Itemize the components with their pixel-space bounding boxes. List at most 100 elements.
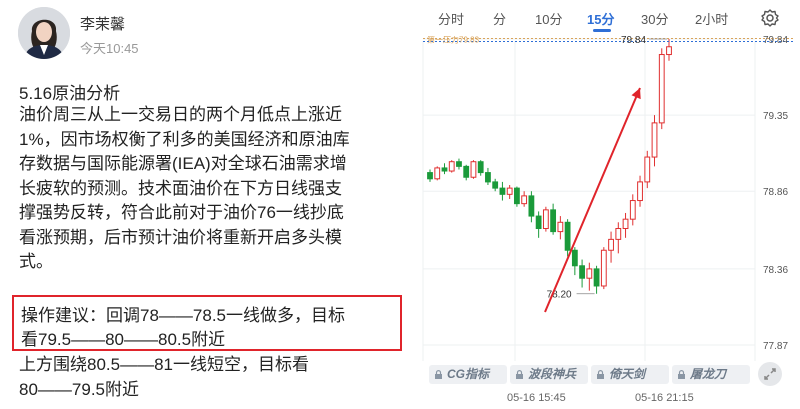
tool-dragon-blade[interactable]: 屠龙刀 xyxy=(672,365,750,384)
candle-body xyxy=(456,161,462,167)
candle xyxy=(600,247,607,290)
candle xyxy=(651,115,658,167)
candle-body xyxy=(463,165,470,178)
candle xyxy=(506,185,513,199)
advice-line: 操作建议：回调78——78.5一线做多，目标 xyxy=(21,306,345,325)
candle-body xyxy=(477,161,484,174)
candle xyxy=(470,160,477,179)
resistance-label: 第一压力79.83 xyxy=(427,36,480,45)
tool-band-weapon[interactable]: 波段神兵 xyxy=(510,365,588,384)
candle xyxy=(608,231,614,263)
candle xyxy=(463,164,470,181)
candle-body xyxy=(658,54,665,124)
chart-panel: 分时 分 10分 15分 30分 2小时 第一压力79.83 79.84 78.20… xyxy=(415,0,800,409)
trade-advice-box: 操作建议：回调78——78.5一线做多，目标 看79.5——80——80.5附近 xyxy=(12,295,402,351)
y-axis: 79.84 79.35 78.86 78.36 77.87 xyxy=(763,36,788,352)
candle xyxy=(622,212,629,238)
candle xyxy=(499,181,506,201)
tool-cg-indicator[interactable]: CG指标 xyxy=(429,365,507,384)
candle-body xyxy=(608,238,614,251)
y-tick-label: 77.87 xyxy=(763,341,788,352)
advice-line: 看79.5——80——80.5附近 xyxy=(21,330,226,349)
tool-label: 倚天剑 xyxy=(609,367,646,381)
candle xyxy=(629,194,636,226)
body-line: 存数据与国际能源署(IEA)对全球石油需求增 xyxy=(19,154,347,173)
gear-icon[interactable] xyxy=(760,8,780,28)
tab-2hour[interactable]: 2小时 xyxy=(695,9,728,28)
candle xyxy=(644,150,651,189)
tab-timeshare[interactable]: 分时 xyxy=(438,9,464,28)
candle-body xyxy=(629,200,636,220)
body-line: 式。 xyxy=(19,252,53,271)
candle xyxy=(658,48,665,130)
tool-label: CG指标 xyxy=(447,367,490,381)
body-line: 长疲软的预测。技术面油价在下方日线强支 xyxy=(19,178,342,198)
candle-body xyxy=(427,172,433,180)
expand-button[interactable] xyxy=(758,362,782,386)
chart-overlays: 第一压力79.83 79.8478.20 xyxy=(423,36,795,313)
chart-grid xyxy=(422,38,756,361)
candle-body xyxy=(622,218,629,230)
candle-body xyxy=(528,195,535,217)
candle-body xyxy=(492,181,499,189)
candle xyxy=(528,191,535,223)
candle xyxy=(550,203,557,235)
candle-body xyxy=(470,161,477,178)
avatar[interactable] xyxy=(18,7,70,59)
post-title: 5.16原油分析 xyxy=(19,84,121,103)
candle-body xyxy=(550,209,557,233)
candle xyxy=(456,158,462,170)
candlestick-chart[interactable]: 第一压力79.83 79.8478.20 79.8479.3578.8678.36… xyxy=(415,36,800,362)
body-line: 撑强势反转，符合此前对于油价76一线抄底 xyxy=(19,203,344,222)
tool-yitian-sword[interactable]: 倚天剑 xyxy=(591,365,669,384)
candle-body xyxy=(571,249,578,267)
candle-body xyxy=(564,221,571,251)
candle-body xyxy=(666,46,672,56)
candle xyxy=(521,191,528,207)
candle xyxy=(441,163,448,175)
candle-body xyxy=(499,187,506,195)
candle-body xyxy=(506,187,513,195)
lock-icon xyxy=(678,370,685,379)
tab-30min[interactable]: 30分 xyxy=(641,9,668,28)
body-line: 1%，因市场权衡了利多的美国经济和原油库 xyxy=(19,129,350,149)
candle-body xyxy=(586,268,593,279)
candle xyxy=(514,186,520,207)
x-tick-label: 05-16 21:15 xyxy=(635,392,694,404)
lock-icon xyxy=(516,370,523,379)
candle-body xyxy=(514,187,520,205)
followup-line: 80——79.5附近 xyxy=(19,379,139,399)
candle-body xyxy=(557,221,564,233)
candle-body xyxy=(600,249,607,287)
post-panel: 李茉馨 今天10:45 5.16原油分析 油价周三从上一交易日的两个月低点上涨近… xyxy=(0,0,415,409)
y-tick-label: 79.35 xyxy=(763,111,788,122)
expand-icon xyxy=(764,368,776,380)
candle xyxy=(666,39,672,61)
timeframe-tabs: 分时 分 10分 15分 30分 2小时 xyxy=(415,0,800,36)
candle xyxy=(586,262,593,291)
candle xyxy=(492,178,499,192)
candle-body xyxy=(644,156,651,183)
candle-body xyxy=(637,181,643,202)
candle-body xyxy=(485,172,491,183)
trend-arrow-line xyxy=(544,87,641,313)
lock-icon xyxy=(435,370,442,379)
y-tick-label: 79.84 xyxy=(763,36,788,46)
candle-body xyxy=(615,228,622,240)
avatar-image xyxy=(18,7,70,59)
tab-1min[interactable]: 分 xyxy=(493,9,506,28)
body-line: 油价周三从上一交易日的两个月低点上涨近 xyxy=(19,105,342,124)
tab-15min[interactable]: 15分 xyxy=(587,9,614,28)
author-name[interactable]: 李茉馨 xyxy=(80,13,125,34)
candle-body xyxy=(535,215,542,230)
tab-10min[interactable]: 10分 xyxy=(535,9,562,28)
candle-body xyxy=(579,265,585,279)
x-tick-label: 05-16 15:45 xyxy=(507,392,566,404)
candle xyxy=(579,259,585,288)
indicator-toolbar: CG指标 波段神兵 倚天剑 屠龙刀 xyxy=(415,365,800,385)
candle xyxy=(615,222,622,254)
candle xyxy=(557,216,564,240)
candle xyxy=(427,169,433,182)
candle xyxy=(434,166,441,181)
post-time: 今天10:45 xyxy=(80,41,139,56)
